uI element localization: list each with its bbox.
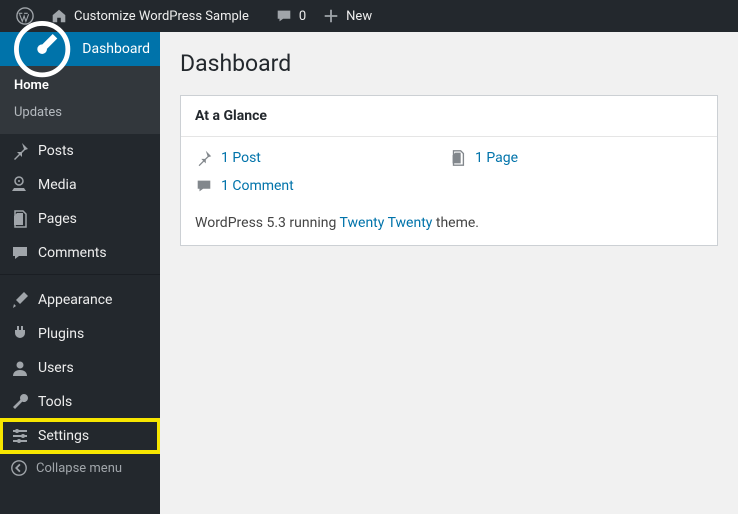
collapse-label: Collapse menu — [36, 461, 122, 476]
page-title: Dashboard — [180, 50, 718, 77]
menu-media-label: Media — [38, 177, 77, 193]
site-title: Customize WordPress Sample — [74, 9, 249, 24]
menu-dashboard-label: Dashboard — [82, 41, 150, 57]
menu-tools[interactable]: Tools — [0, 385, 160, 419]
glance-posts-label: 1 Post — [221, 150, 261, 166]
menu-settings[interactable]: Settings — [0, 419, 160, 453]
new-label: New — [346, 9, 372, 24]
glance-comments[interactable]: 1 Comment — [195, 177, 449, 195]
comments-link[interactable]: 0 — [267, 0, 314, 32]
menu-media[interactable]: Media — [0, 168, 160, 202]
comment-icon — [195, 177, 213, 195]
menu-comments[interactable]: Comments — [0, 236, 160, 270]
menu-dashboard[interactable]: Dashboard — [0, 32, 160, 66]
user-icon — [10, 358, 30, 378]
glance-stats: 1 Post 1 Comment 1 Page — [181, 137, 717, 201]
theme-suffix: theme. — [432, 215, 479, 231]
sliders-icon — [10, 426, 30, 446]
glance-comments-label: 1 Comment — [221, 178, 294, 194]
pages-icon — [10, 209, 30, 229]
menu-users-label: Users — [38, 360, 74, 376]
pin-icon — [10, 141, 30, 161]
main-content: Dashboard At a Glance 1 Post 1 Comment 1… — [160, 32, 738, 514]
wrench-icon — [10, 392, 30, 412]
menu-appearance-label: Appearance — [38, 292, 112, 308]
plus-icon — [322, 7, 340, 25]
theme-prefix: WordPress 5.3 running — [195, 215, 340, 231]
new-content-link[interactable]: New — [314, 0, 380, 32]
menu-plugins-label: Plugins — [38, 326, 84, 342]
glance-posts[interactable]: 1 Post — [195, 149, 449, 167]
comment-icon — [10, 243, 30, 263]
menu-settings-label: Settings — [38, 428, 89, 444]
dashboard-icon — [10, 17, 74, 81]
comment-icon — [275, 7, 293, 25]
admin-bar: Customize WordPress Sample 0 New — [0, 0, 738, 32]
menu-posts-label: Posts — [38, 143, 74, 159]
glance-pages-label: 1 Page — [475, 150, 518, 166]
theme-link[interactable]: Twenty Twenty — [340, 215, 433, 231]
at-a-glance-heading: At a Glance — [181, 96, 717, 137]
admin-sidebar: Dashboard Home Updates Posts Media Pages… — [0, 32, 160, 514]
menu-tools-label: Tools — [38, 394, 72, 410]
media-icon — [10, 175, 30, 195]
menu-plugins[interactable]: Plugins — [0, 317, 160, 351]
glance-pages[interactable]: 1 Page — [449, 149, 703, 167]
menu-appearance[interactable]: Appearance — [0, 283, 160, 317]
brush-icon — [10, 290, 30, 310]
menu-pages-label: Pages — [38, 211, 77, 227]
menu-posts[interactable]: Posts — [0, 134, 160, 168]
pages-icon — [449, 149, 467, 167]
collapse-menu[interactable]: Collapse menu — [0, 453, 160, 483]
pin-icon — [195, 149, 213, 167]
theme-info: WordPress 5.3 running Twenty Twenty them… — [181, 201, 717, 245]
menu-separator — [0, 274, 160, 279]
plug-icon — [10, 324, 30, 344]
chevron-left-circle-icon — [10, 459, 28, 477]
submenu-updates[interactable]: Updates — [0, 99, 160, 126]
menu-comments-label: Comments — [38, 245, 107, 261]
menu-pages[interactable]: Pages — [0, 202, 160, 236]
at-a-glance-box: At a Glance 1 Post 1 Comment 1 Page — [180, 95, 718, 246]
menu-users[interactable]: Users — [0, 351, 160, 385]
comment-count: 0 — [299, 9, 306, 24]
